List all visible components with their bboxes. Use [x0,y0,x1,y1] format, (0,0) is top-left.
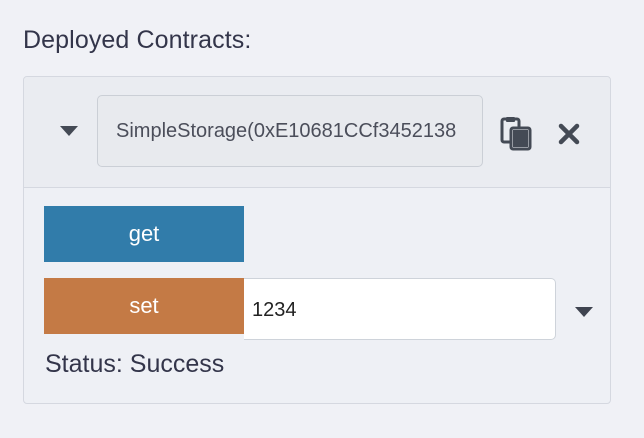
status-text: Status: Success [45,350,225,378]
contract-address-field[interactable]: SimpleStorage(0xE10681CCf3452138 [97,95,483,167]
contract-address-label: SimpleStorage(0xE10681CCf3452138 [116,120,457,142]
get-button[interactable]: get [44,206,244,262]
contract-header: SimpleStorage(0xE10681CCf3452138 [24,77,610,188]
close-icon[interactable] [558,123,580,145]
deployed-contract-panel: SimpleStorage(0xE10681CCf3452138 get set… [23,76,611,404]
clipboard-copy-icon[interactable] [500,117,532,151]
caret-down-icon[interactable] [575,307,593,317]
caret-down-icon[interactable] [60,126,78,136]
set-value-input[interactable]: 1234 [244,278,556,340]
deployed-contracts-title: Deployed Contracts: [23,26,252,54]
set-button[interactable]: set [44,278,244,334]
